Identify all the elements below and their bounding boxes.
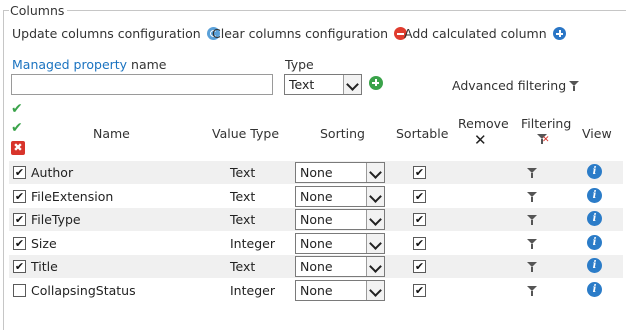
row-sorting-select[interactable]: None xyxy=(295,280,385,301)
row-name: FileExtension xyxy=(31,189,114,204)
row-value-type: Text xyxy=(230,165,256,180)
header-name: Name xyxy=(93,126,130,141)
add-column-icon[interactable] xyxy=(369,76,383,90)
managed-property-link[interactable]: Managed property xyxy=(12,57,127,72)
row-sortable-checkbox[interactable]: ✔ xyxy=(413,260,426,273)
row-sortable-checkbox[interactable]: ✔ xyxy=(413,213,426,226)
row-sorting-select[interactable]: None xyxy=(295,256,385,277)
row-sortable-checkbox[interactable]: ✔ xyxy=(413,190,426,203)
row-value-type: Integer xyxy=(230,283,275,298)
row-select-checkbox[interactable] xyxy=(13,284,26,297)
table-row: ✔ Size Integer None ✔ i xyxy=(9,232,623,255)
advanced-filtering-toggle[interactable]: Advanced filtering xyxy=(452,78,580,93)
row-sorting-select[interactable]: None xyxy=(295,233,385,254)
row-name: Author xyxy=(31,165,74,180)
row-select-checkbox[interactable]: ✔ xyxy=(13,166,26,179)
chevron-down-icon xyxy=(343,75,361,94)
add-icon xyxy=(552,27,566,40)
info-icon[interactable]: i xyxy=(587,211,602,226)
managed-property-label: Managed property name xyxy=(12,57,167,72)
add-calculated-column-label: Add calculated column xyxy=(404,26,547,41)
row-filter-icon[interactable] xyxy=(527,262,537,272)
table-row: ✔ Author Text None ✔ i xyxy=(9,161,623,184)
row-sortable-checkbox[interactable]: ✔ xyxy=(413,284,426,297)
header-sortable: Sortable xyxy=(396,126,449,141)
chevron-down-icon xyxy=(366,187,384,206)
header-value-type: Value Type xyxy=(212,126,280,141)
chevron-down-icon xyxy=(366,210,384,229)
row-name: CollapsingStatus xyxy=(31,283,136,298)
row-sorting-select[interactable]: None xyxy=(295,186,385,207)
clear-columns-label: Clear columns configuration xyxy=(212,26,389,41)
type-select[interactable]: Text xyxy=(284,74,362,95)
chevron-down-icon xyxy=(366,234,384,253)
section-title: Columns xyxy=(9,3,68,18)
row-sorting-select[interactable]: None xyxy=(295,162,385,183)
chevron-down-icon xyxy=(366,163,384,182)
row-name: FileType xyxy=(31,212,81,227)
table-row: ✔ Title Text None ✔ i xyxy=(9,255,623,278)
check-selected-icon[interactable]: ✔ xyxy=(11,121,23,135)
remove-column-icon[interactable]: ✕ xyxy=(474,131,487,149)
table-row: ✔ FileExtension Text None ✔ i xyxy=(9,185,623,208)
row-name: Title xyxy=(31,259,58,274)
row-select-checkbox[interactable]: ✔ xyxy=(13,190,26,203)
row-filter-icon[interactable] xyxy=(527,192,537,202)
row-select-checkbox[interactable]: ✔ xyxy=(13,237,26,250)
table-row: ✔ FileType Text None ✔ i xyxy=(9,208,623,231)
row-value-type: Integer xyxy=(230,236,275,251)
row-select-checkbox[interactable]: ✔ xyxy=(13,260,26,273)
row-value-type: Text xyxy=(230,189,256,204)
chevron-down-icon xyxy=(366,257,384,276)
row-filter-icon[interactable] xyxy=(527,168,537,178)
header-sorting: Sorting xyxy=(320,126,365,141)
row-value-type: Text xyxy=(230,259,256,274)
filter-remove-mark-icon: ✕ xyxy=(542,135,550,145)
add-calculated-column-button[interactable]: Add calculated column xyxy=(404,26,566,41)
clear-columns-button[interactable]: Clear columns configuration xyxy=(212,26,408,41)
table-row: CollapsingStatus Integer None ✔ i xyxy=(9,279,623,302)
row-value-type: Text xyxy=(230,212,256,227)
check-all-icon[interactable]: ✔ xyxy=(11,102,23,116)
header-view: View xyxy=(582,126,612,141)
managed-property-input[interactable] xyxy=(11,74,273,95)
filter-icon xyxy=(569,80,580,91)
row-select-checkbox[interactable]: ✔ xyxy=(13,213,26,226)
row-filter-icon[interactable] xyxy=(527,286,537,296)
uncheck-all-icon[interactable]: ✖ xyxy=(11,141,25,155)
info-icon[interactable]: i xyxy=(587,164,602,179)
row-filter-icon[interactable] xyxy=(527,239,537,249)
type-label: Type xyxy=(285,57,314,72)
info-icon[interactable]: i xyxy=(587,258,602,273)
update-columns-button[interactable]: Update columns configuration xyxy=(12,26,220,41)
info-icon[interactable]: i xyxy=(587,188,602,203)
info-icon[interactable]: i xyxy=(587,282,602,297)
header-remove: Remove xyxy=(458,116,509,131)
row-name: Size xyxy=(31,236,57,251)
chevron-down-icon xyxy=(366,281,384,300)
row-sortable-checkbox[interactable]: ✔ xyxy=(413,166,426,179)
advanced-filtering-label: Advanced filtering xyxy=(452,78,567,93)
row-filter-icon[interactable] xyxy=(527,215,537,225)
header-filtering: Filtering xyxy=(521,116,572,131)
update-columns-label: Update columns configuration xyxy=(12,26,201,41)
row-sorting-select[interactable]: None xyxy=(295,209,385,230)
row-sortable-checkbox[interactable]: ✔ xyxy=(413,237,426,250)
info-icon[interactable]: i xyxy=(587,235,602,250)
